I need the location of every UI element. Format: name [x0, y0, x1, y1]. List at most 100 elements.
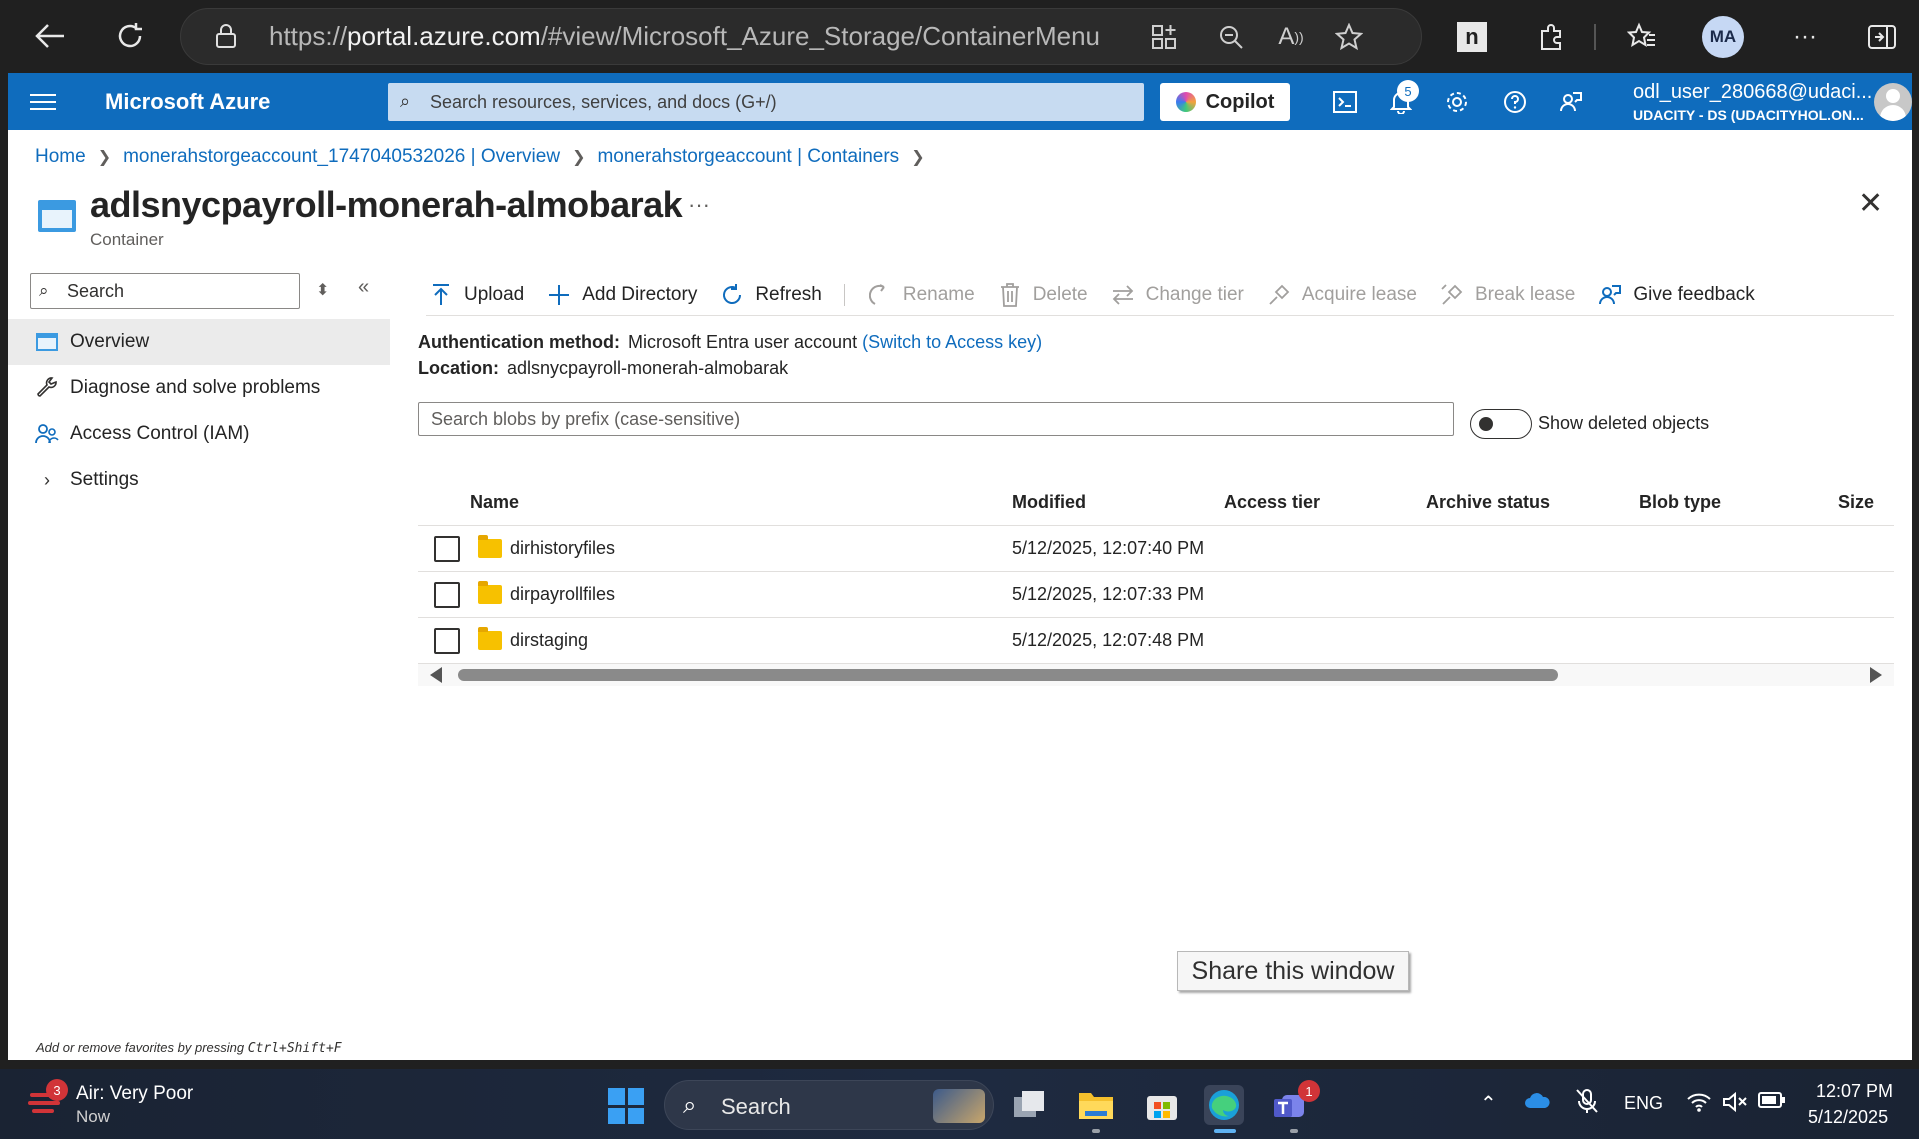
microsoft-store-icon[interactable]: [1142, 1085, 1182, 1125]
windows-start-icon[interactable]: [608, 1088, 644, 1124]
sidebar-item-overview[interactable]: Overview: [8, 319, 390, 365]
more-options-icon[interactable]: ···: [1785, 17, 1825, 57]
copilot-logo-icon: [1175, 92, 1196, 112]
battery-icon[interactable]: [1758, 1091, 1786, 1115]
collapse-double-chevron-icon[interactable]: «: [358, 276, 369, 299]
user-avatar[interactable]: [1874, 83, 1912, 121]
copilot-button[interactable]: Copilot: [1160, 83, 1290, 121]
swap-arrows-icon: [1110, 282, 1136, 308]
row-checkbox[interactable]: [434, 628, 460, 654]
apps-icon[interactable]: [1146, 19, 1182, 55]
global-search-input[interactable]: ⌕ Search resources, services, and docs (…: [388, 83, 1144, 121]
column-header-access-tier[interactable]: Access tier: [1224, 492, 1320, 513]
row-checkbox[interactable]: [434, 536, 460, 562]
settings-gear-icon[interactable]: [1440, 85, 1474, 119]
app-running-indicator: [1092, 1129, 1100, 1133]
blob-name[interactable]: dirpayrollfiles: [510, 584, 615, 605]
sidebar-item-access-control[interactable]: Access Control (IAM): [8, 411, 390, 457]
row-checkbox[interactable]: [434, 582, 460, 608]
upload-button[interactable]: Upload: [428, 282, 524, 308]
blob-prefix-search-input[interactable]: Search blobs by prefix (case-sensitive): [418, 402, 1454, 436]
breadcrumb-home[interactable]: Home: [35, 146, 86, 168]
profile-avatar[interactable]: MA: [1702, 16, 1744, 58]
chevron-right-icon: ❯: [97, 149, 112, 166]
sidebar-item-diagnose[interactable]: Diagnose and solve problems: [8, 365, 390, 411]
back-arrow-icon[interactable]: [30, 16, 70, 56]
file-explorer-icon[interactable]: [1076, 1085, 1116, 1125]
breadcrumb-storage-overview[interactable]: monerahstorgeaccount_1747040532026 | Ove…: [123, 146, 560, 168]
brand-title[interactable]: Microsoft Azure: [105, 89, 270, 115]
blob-name[interactable]: dirstaging: [510, 630, 588, 651]
scroll-left-arrow-icon[interactable]: [430, 667, 442, 683]
language-indicator[interactable]: ENG: [1624, 1093, 1663, 1114]
acquire-lease-button[interactable]: Acquire lease: [1266, 282, 1417, 308]
browser-toolbar: https://portal.azure.com/#view/Microsoft…: [0, 0, 1919, 72]
favorites-icon[interactable]: [1622, 17, 1662, 57]
favorite-star-icon[interactable]: [1331, 19, 1367, 55]
change-tier-button[interactable]: Change tier: [1110, 282, 1244, 308]
sidebar-item-label: Access Control (IAM): [70, 423, 250, 444]
show-hidden-icons-chevron-icon[interactable]: ⌃: [1480, 1091, 1497, 1116]
column-header-size[interactable]: Size: [1838, 492, 1874, 513]
switch-to-access-key-link[interactable]: (Switch to Access key): [862, 332, 1042, 352]
scrollbar-thumb[interactable]: [458, 669, 1558, 681]
clock-time[interactable]: 12:07 PM: [1816, 1081, 1893, 1102]
global-search-placeholder: Search resources, services, and docs (G+…: [430, 92, 777, 112]
cloud-shell-icon[interactable]: [1328, 85, 1362, 119]
scroll-right-arrow-icon[interactable]: [1870, 667, 1882, 683]
zoom-icon[interactable]: [1213, 19, 1249, 55]
refresh-icon[interactable]: [110, 16, 150, 56]
table-row[interactable]: dirpayrollfiles 5/12/2025, 12:07:33 PM: [418, 572, 1894, 618]
refresh-button[interactable]: Refresh: [719, 282, 822, 308]
toolbar-divider: [843, 284, 845, 306]
more-actions-icon[interactable]: ···: [688, 192, 710, 218]
break-lease-button[interactable]: Break lease: [1439, 282, 1575, 308]
feedback-icon[interactable]: [1554, 85, 1588, 119]
folder-icon: [478, 581, 502, 604]
read-aloud-icon[interactable]: A)): [1273, 19, 1309, 55]
onedrive-cloud-icon[interactable]: [1524, 1091, 1550, 1115]
horizontal-scrollbar[interactable]: [418, 664, 1894, 686]
table-row[interactable]: dirhistoryfiles 5/12/2025, 12:07:40 PM: [418, 526, 1894, 572]
notion-extension-icon[interactable]: n: [1452, 17, 1492, 57]
hamburger-menu-icon[interactable]: [30, 89, 56, 113]
link-icon: [1266, 282, 1292, 308]
add-directory-button[interactable]: Add Directory: [546, 282, 697, 308]
share-this-window-button[interactable]: Share this window: [1177, 951, 1409, 991]
taskbar-search[interactable]: ⌕ Search: [664, 1080, 994, 1130]
table-row[interactable]: dirstaging 5/12/2025, 12:07:48 PM: [418, 618, 1894, 664]
breadcrumb-containers[interactable]: monerahstorgeaccount | Containers: [597, 146, 899, 168]
weather-title[interactable]: Air: Very Poor: [76, 1083, 193, 1105]
clock-date[interactable]: 5/12/2025: [1808, 1107, 1888, 1128]
user-account-name[interactable]: odl_user_280668@udaci...: [1633, 81, 1872, 104]
table-header: Name Modified Access tier Archive status…: [418, 478, 1894, 526]
sort-updown-icon[interactable]: ⬍: [316, 280, 329, 300]
close-icon[interactable]: ✕: [1858, 186, 1883, 221]
blob-name[interactable]: dirhistoryfiles: [510, 538, 615, 559]
search-icon: ⌕: [39, 281, 49, 300]
lock-icon[interactable]: [215, 23, 237, 54]
blob-search-placeholder: Search blobs by prefix (case-sensitive): [431, 409, 741, 429]
nav-search-input[interactable]: ⌕ Search: [30, 273, 300, 309]
delete-button[interactable]: Delete: [997, 282, 1088, 308]
copilot-label: Copilot: [1205, 90, 1275, 113]
column-header-archive-status[interactable]: Archive status: [1426, 492, 1550, 513]
sidebar-toggle-icon[interactable]: [1862, 17, 1902, 57]
volume-muted-icon[interactable]: [1722, 1091, 1748, 1119]
sidebar-item-settings[interactable]: › Settings: [8, 457, 390, 503]
column-header-name[interactable]: Name: [470, 492, 519, 513]
user-directory-name[interactable]: UDACITY - DS (UDACITYHOL.ON...: [1633, 107, 1864, 123]
give-feedback-button[interactable]: Give feedback: [1597, 282, 1755, 308]
rename-button[interactable]: Rename: [867, 282, 975, 308]
address-bar[interactable]: https://portal.azure.com/#view/Microsoft…: [180, 8, 1422, 65]
chevron-right-icon: ›: [44, 469, 50, 490]
show-deleted-toggle[interactable]: [1470, 409, 1532, 439]
wifi-icon[interactable]: [1686, 1091, 1712, 1119]
edge-browser-icon[interactable]: [1204, 1085, 1244, 1125]
extensions-puzzle-icon[interactable]: [1532, 17, 1572, 57]
help-icon[interactable]: [1498, 85, 1532, 119]
microphone-muted-icon[interactable]: [1574, 1087, 1600, 1121]
column-header-modified[interactable]: Modified: [1012, 492, 1086, 513]
task-view-icon[interactable]: [1010, 1085, 1050, 1125]
column-header-blob-type[interactable]: Blob type: [1639, 492, 1721, 513]
